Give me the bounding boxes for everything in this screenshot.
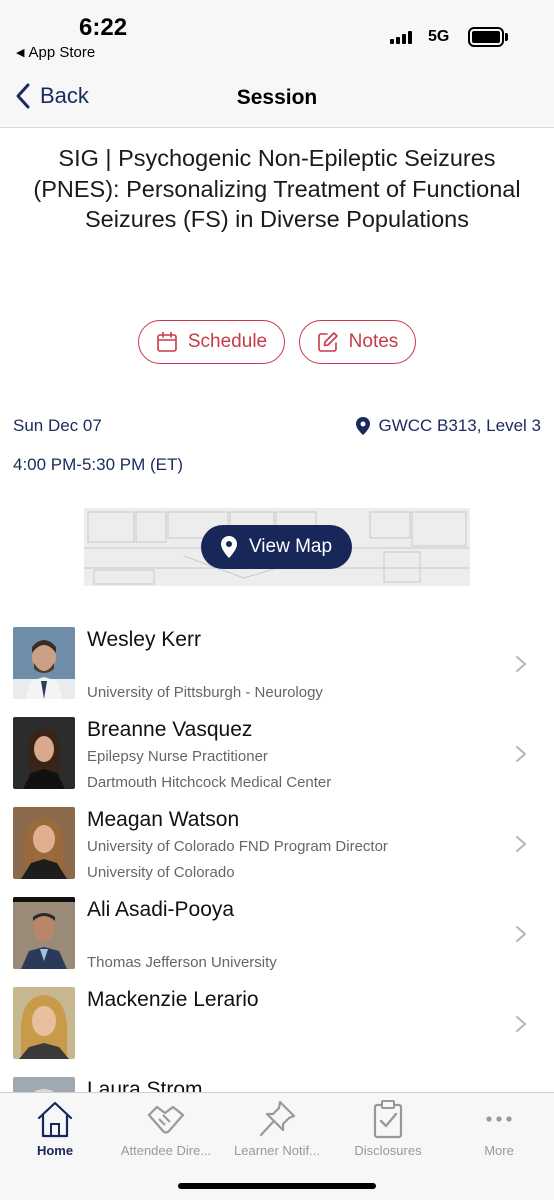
battery-tip xyxy=(505,33,508,41)
home-icon xyxy=(37,1101,73,1138)
tab-label: Home xyxy=(36,1143,74,1158)
status-bar: 6:22 ◀ App Store 5G xyxy=(0,0,554,70)
map-pin-icon xyxy=(356,417,371,435)
speaker-photo xyxy=(13,717,75,789)
speaker-row[interactable]: Mackenzie Lerario xyxy=(0,978,554,1068)
pushpin-icon xyxy=(259,1100,296,1137)
home-indicator xyxy=(178,1183,376,1189)
handshake-icon xyxy=(147,1105,185,1134)
speaker-affiliation: Thomas Jefferson University xyxy=(87,954,277,971)
tab-label: More xyxy=(484,1143,514,1158)
page-title: Session xyxy=(236,86,318,109)
session-date: Sun Dec 07 xyxy=(13,416,102,435)
chevron-right-icon xyxy=(516,746,526,762)
calendar-icon xyxy=(157,331,177,352)
tab-more[interactable]: More xyxy=(444,1099,554,1158)
schedule-button[interactable]: Schedule xyxy=(138,320,285,364)
back-to-app-store[interactable]: ◀ App Store xyxy=(16,44,95,61)
chevron-right-icon xyxy=(516,656,526,672)
speaker-name: Mackenzie Lerario xyxy=(87,988,259,1011)
map-pin-icon xyxy=(220,536,237,558)
chevron-right-icon xyxy=(516,1016,526,1032)
speaker-affiliation: University of Colorado xyxy=(87,864,235,881)
speaker-list: Wesley Kerr University of Pittsburgh - N… xyxy=(0,618,554,1158)
clipboard-check-icon xyxy=(373,1100,403,1139)
speaker-affiliation: Dartmouth Hitchcock Medical Center xyxy=(87,774,332,791)
tab-home[interactable]: Home xyxy=(0,1099,110,1158)
speaker-row[interactable]: Meagan Watson University of Colorado FND… xyxy=(0,798,554,888)
speaker-row[interactable]: Wesley Kerr University of Pittsburgh - N… xyxy=(0,618,554,708)
notes-button[interactable]: Notes xyxy=(299,320,416,364)
app-store-label: App Store xyxy=(28,44,96,61)
tab-label: Disclosures xyxy=(354,1143,422,1158)
nav-bar: Back Session xyxy=(0,70,554,128)
network-label: 5G xyxy=(428,28,450,45)
tab-label: Learner Notif... xyxy=(234,1143,320,1158)
speaker-name: Meagan Watson xyxy=(87,808,240,831)
session-title: SIG | Psychogenic Non-Epileptic Seizures… xyxy=(33,145,521,232)
speaker-name: Wesley Kerr xyxy=(87,628,201,651)
tab-disclosures[interactable]: Disclosures xyxy=(333,1099,443,1158)
tab-learner-notifications[interactable]: Learner Notif... xyxy=(222,1099,332,1158)
edit-note-icon xyxy=(317,332,338,352)
schedule-label: Schedule xyxy=(187,331,268,352)
speaker-name: Breanne Vasquez xyxy=(87,718,253,741)
view-map-label: View Map xyxy=(248,536,333,557)
speaker-name: Ali Asadi-Pooya xyxy=(87,898,235,921)
speaker-photo xyxy=(13,897,75,969)
tab-label: Attendee Dire... xyxy=(120,1143,212,1158)
clock: 6:22 xyxy=(79,14,128,41)
signal-icon xyxy=(390,30,412,44)
back-triangle-icon: ◀ xyxy=(16,47,25,59)
speaker-title: University of Colorado FND Program Direc… xyxy=(87,838,388,855)
speaker-row[interactable]: Ali Asadi-Pooya Thomas Jefferson Univers… xyxy=(0,888,554,978)
chevron-right-icon xyxy=(516,836,526,852)
session-time: 4:00 PM-5:30 PM (ET) xyxy=(13,455,184,474)
view-map-button[interactable]: View Map xyxy=(201,525,352,569)
chevron-right-icon xyxy=(516,926,526,942)
location-label: GWCC B313, Level 3 xyxy=(378,416,541,435)
speaker-photo xyxy=(13,807,75,879)
tab-attendee-directory[interactable]: Attendee Dire... xyxy=(111,1099,221,1158)
speaker-photo xyxy=(13,987,75,1059)
notes-label: Notes xyxy=(348,331,399,352)
speaker-affiliation: University of Pittsburgh - Neurology xyxy=(87,684,323,701)
speaker-title: Epilepsy Nurse Practitioner xyxy=(87,748,268,765)
session-location: GWCC B313, Level 3 xyxy=(356,416,541,436)
more-dots-icon xyxy=(486,1116,512,1122)
battery-icon xyxy=(468,27,504,47)
speaker-row[interactable]: Breanne Vasquez Epilepsy Nurse Practitio… xyxy=(0,708,554,798)
speaker-photo xyxy=(13,627,75,699)
